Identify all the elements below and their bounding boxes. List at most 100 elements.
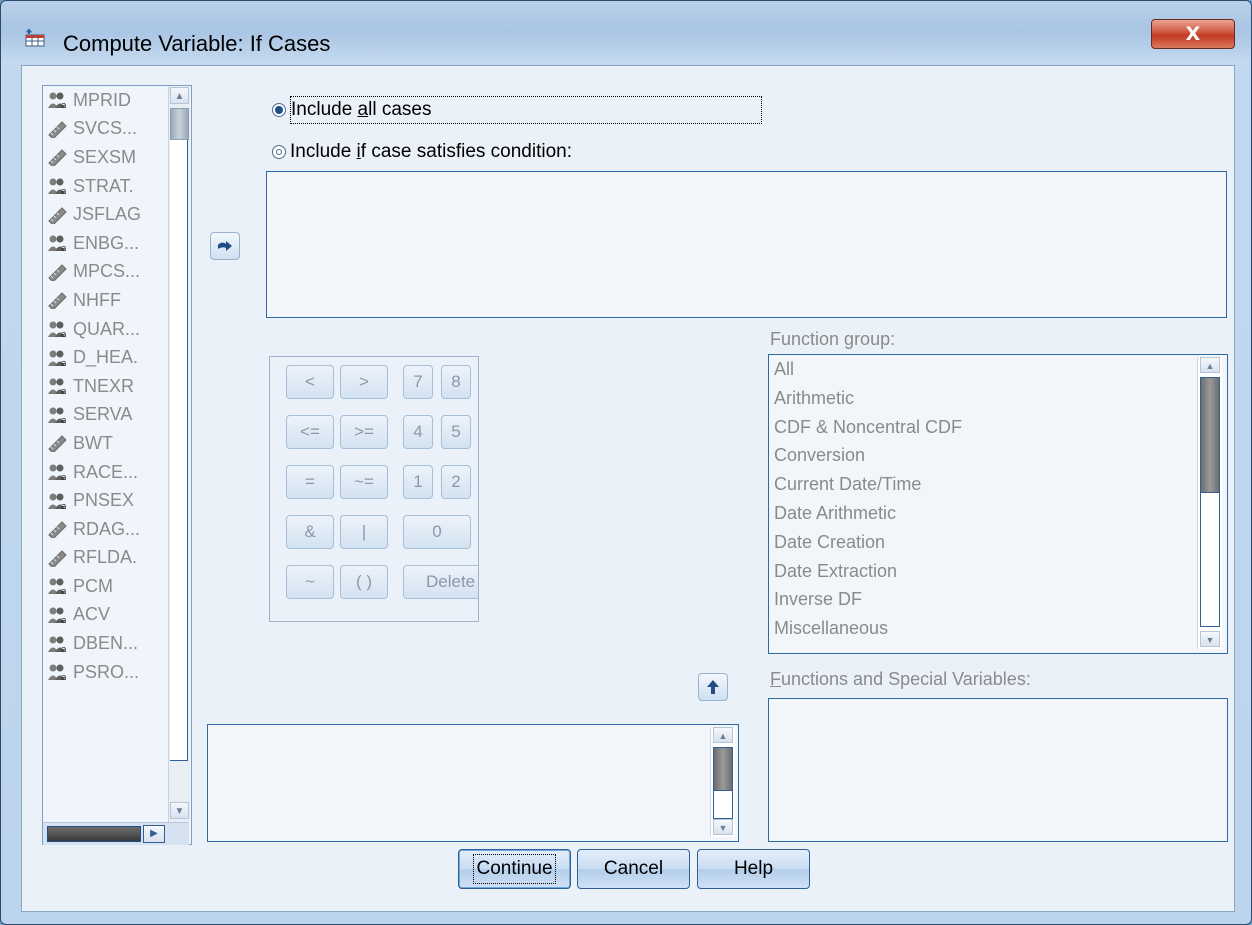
description-scrollbar[interactable]: ▲ ▼	[710, 727, 735, 837]
scroll-track[interactable]	[1200, 493, 1220, 627]
functions-special-list[interactable]	[768, 698, 1228, 842]
variable-name: ENBG...	[73, 232, 140, 253]
variable-name: STRAT.	[73, 175, 134, 196]
function-group-item[interactable]: Date Extraction	[769, 557, 1227, 586]
variable-list-item[interactable]: RFLDA.	[43, 544, 168, 573]
variable-list-item[interactable]: JSFLAG	[43, 200, 168, 229]
function-group-item[interactable]: Date Arithmetic	[769, 499, 1227, 528]
variable-list-item[interactable]: RDAG...	[43, 515, 168, 544]
scroll-thumb[interactable]	[1200, 377, 1220, 493]
variable-list-item[interactable]: a PSRO...	[43, 658, 168, 687]
move-function-up-button[interactable]	[698, 673, 728, 701]
scroll-down-arrow-icon[interactable]: ▼	[1200, 631, 1220, 647]
variable-name: TNEXR	[73, 375, 135, 396]
calculator-keypad: < >7 8 <= >= 4 5 = ~= 1 2 & | 0 ~( ) Delete	[269, 356, 479, 622]
keypad-key[interactable]: <	[286, 365, 334, 399]
keypad-key[interactable]: Delete	[403, 565, 478, 599]
variable-list-item[interactable]: a PNSEX	[43, 486, 168, 515]
variable-list-item[interactable]: a ACV	[43, 601, 168, 630]
variable-list-vscrollbar[interactable]: ▲ ▼	[168, 86, 190, 822]
scale-ruler-icon	[47, 520, 69, 540]
variable-list-item[interactable]: a TNEXR	[43, 372, 168, 401]
function-group-item[interactable]: Arithmetic	[769, 384, 1227, 413]
keypad-key[interactable]: &	[286, 515, 334, 549]
keypad-key[interactable]: >=	[340, 415, 388, 449]
keypad-key[interactable]: >	[340, 365, 388, 399]
keypad-key[interactable]: 0	[403, 515, 471, 549]
keypad-key[interactable]: 8	[441, 365, 471, 399]
keypad-key[interactable]: 2	[441, 465, 471, 499]
nominal-variable-icon: a	[47, 377, 69, 397]
scroll-track[interactable]	[170, 140, 188, 761]
variable-list-items: a MPRID SVCS... SEXSM a STRAT. JSFLAG a ENBG... M…	[43, 86, 168, 822]
close-button[interactable]: X	[1151, 19, 1235, 49]
function-group-list[interactable]: All Arithmetic CDF & Noncentral CDF Convers…	[768, 354, 1228, 654]
scroll-down-arrow-icon[interactable]: ▼	[713, 819, 733, 835]
variable-list-item[interactable]: a SERVA	[43, 401, 168, 430]
variable-name: PNSEX	[73, 490, 135, 511]
scale-ruler-icon	[47, 549, 69, 569]
window-title: Compute Variable: If Cases	[63, 31, 331, 56]
variable-name: DBEN...	[73, 633, 139, 654]
scroll-up-arrow-icon[interactable]: ▲	[170, 87, 189, 104]
radio-selected-icon[interactable]	[272, 103, 286, 117]
keypad-key[interactable]: ~	[286, 565, 334, 599]
function-group-item[interactable]: All	[769, 355, 1227, 384]
variable-list-item[interactable]: SEXSM	[43, 143, 168, 172]
cancel-button[interactable]: Cancel	[577, 849, 690, 889]
variable-list-item[interactable]: a QUAR...	[43, 315, 168, 344]
scroll-thumb[interactable]	[713, 747, 733, 791]
variable-list[interactable]: a MPRID SVCS... SEXSM a STRAT. JSFLAG a ENBG... M…	[42, 85, 192, 845]
scroll-up-arrow-icon[interactable]: ▲	[713, 727, 733, 743]
radio-unselected-icon[interactable]	[272, 145, 286, 159]
keypad-key[interactable]: ( )	[340, 565, 388, 599]
radio-include-all-cases[interactable]: Include all cases	[272, 96, 762, 124]
variable-list-item[interactable]: a PCM	[43, 572, 168, 601]
variable-list-item[interactable]: BWT	[43, 429, 168, 458]
scroll-up-arrow-icon[interactable]: ▲	[1200, 357, 1220, 373]
function-description-box[interactable]: ▲ ▼	[207, 724, 739, 842]
function-group-item[interactable]: Conversion	[769, 441, 1227, 470]
keypad-key[interactable]: ~=	[340, 465, 388, 499]
scroll-thumb[interactable]	[170, 108, 189, 140]
function-group-item[interactable]: CDF & Noncentral CDF	[769, 413, 1227, 442]
variable-list-item[interactable]: SVCS...	[43, 115, 168, 144]
keypad-key[interactable]: 4	[403, 415, 433, 449]
help-button[interactable]: Help	[697, 849, 810, 889]
variable-name: PCM	[73, 575, 113, 596]
move-variable-button[interactable]	[210, 232, 240, 260]
svg-text:a: a	[61, 244, 67, 252]
variable-list-item[interactable]: a ENBG...	[43, 229, 168, 258]
continue-button[interactable]: Continue	[458, 849, 571, 889]
function-group-item[interactable]: Current Date/Time	[769, 470, 1227, 499]
radio-include-if-condition[interactable]: Include if case satisfies condition:	[272, 141, 572, 163]
variable-list-item[interactable]: a RACE...	[43, 458, 168, 487]
hscroll-thumb[interactable]	[47, 826, 141, 842]
scroll-right-arrow-icon[interactable]: ▶	[143, 825, 165, 843]
scroll-down-arrow-icon[interactable]: ▼	[170, 802, 189, 819]
keypad-key[interactable]: |	[340, 515, 388, 549]
variable-list-item[interactable]: a STRAT.	[43, 172, 168, 201]
variable-list-item[interactable]: MPCS...	[43, 258, 168, 287]
variable-list-hscrollbar[interactable]: ▶	[43, 822, 189, 845]
svg-text:a: a	[61, 616, 67, 624]
function-group-item[interactable]: Inverse DF	[769, 585, 1227, 614]
nominal-variable-icon: a	[47, 320, 69, 340]
scroll-track[interactable]	[713, 791, 733, 819]
function-group-item[interactable]: Date Creation	[769, 528, 1227, 557]
function-group-scrollbar[interactable]: ▲ ▼	[1197, 357, 1222, 649]
function-group-item[interactable]: Miscellaneous	[769, 614, 1227, 643]
variable-list-item[interactable]: NHFF	[43, 286, 168, 315]
variable-list-item[interactable]: a MPRID	[43, 86, 168, 115]
svg-text:a: a	[61, 673, 67, 681]
keypad-key[interactable]: <=	[286, 415, 334, 449]
keypad-key[interactable]: 7	[403, 365, 433, 399]
condition-textbox[interactable]	[266, 171, 1227, 318]
variable-name: RFLDA.	[73, 547, 138, 568]
variable-list-item[interactable]: a DBEN...	[43, 629, 168, 658]
variable-list-item[interactable]: a D_HEA.	[43, 343, 168, 372]
keypad-key[interactable]: =	[286, 465, 334, 499]
keypad-key[interactable]: 5	[441, 415, 471, 449]
keypad-key[interactable]: 1	[403, 465, 433, 499]
svg-text:a: a	[61, 359, 67, 367]
